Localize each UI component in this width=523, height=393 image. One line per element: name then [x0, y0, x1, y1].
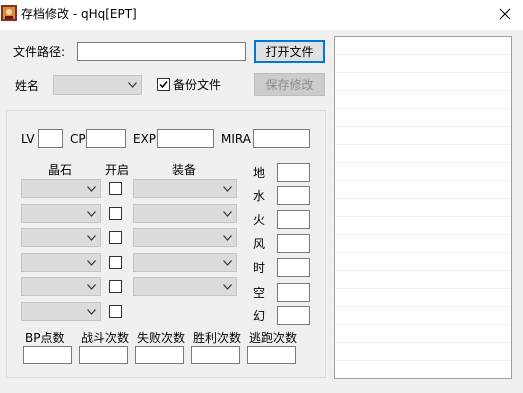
data-grid[interactable] [334, 36, 512, 379]
grid-line [335, 126, 511, 127]
name-label: 姓名 [15, 79, 40, 93]
chevron-down-icon [87, 185, 96, 192]
mira-input[interactable] [253, 129, 310, 148]
open-checkbox[interactable] [109, 231, 122, 244]
element-label: 地 [253, 166, 266, 180]
bottom-stat-input[interactable] [79, 346, 128, 364]
grid-line [335, 234, 511, 235]
crystal-select[interactable] [21, 204, 101, 223]
bottom-stat-input[interactable] [23, 346, 72, 364]
element-label: 火 [253, 213, 266, 227]
close-icon [499, 8, 510, 20]
file-path-input[interactable] [77, 42, 246, 61]
crystal-select[interactable] [21, 253, 101, 272]
equip-select[interactable] [133, 277, 237, 296]
save-changes-button[interactable]: 保存修改 [254, 73, 325, 96]
chevron-down-icon [87, 210, 96, 217]
lv-input[interactable] [38, 129, 63, 148]
grid-line [335, 306, 511, 307]
grid-line [335, 360, 511, 361]
element-input[interactable] [277, 306, 310, 325]
open-file-button[interactable]: 打开文件 [254, 40, 325, 63]
name-select[interactable] [53, 75, 142, 95]
checkmark-icon [159, 81, 168, 89]
chevron-down-icon [87, 283, 96, 290]
equip-select[interactable] [133, 228, 237, 247]
element-input[interactable] [277, 186, 310, 205]
open-checkbox[interactable] [109, 280, 122, 293]
cp-label: CP [70, 132, 86, 146]
title-bar: 存档修改 - qHq[EPT] [0, 0, 523, 30]
exp-input[interactable] [157, 129, 214, 148]
chevron-down-icon [223, 283, 232, 290]
element-label: 空 [253, 286, 266, 300]
grid-line [335, 252, 511, 253]
grid-line [335, 342, 511, 343]
bottom-stat-label: 胜利次数 [193, 331, 242, 345]
chevron-down-icon [87, 234, 96, 241]
chevron-down-icon [223, 234, 232, 241]
exp-label: EXP [133, 132, 157, 146]
lv-label: LV [21, 132, 35, 146]
grid-line [335, 378, 511, 379]
crystal-select[interactable] [21, 302, 101, 321]
chevron-down-icon [223, 185, 232, 192]
bottom-stat-label: BP点数 [25, 331, 65, 345]
chevron-down-icon [128, 82, 137, 88]
equip-header: 装备 [172, 163, 197, 177]
grid-line [335, 270, 511, 271]
grid-line [335, 216, 511, 217]
grid-line [335, 180, 511, 181]
element-input[interactable] [277, 283, 310, 302]
open-checkbox[interactable] [109, 182, 122, 195]
crystal-select[interactable] [21, 228, 101, 247]
bottom-stat-input[interactable] [191, 346, 240, 364]
open-checkbox[interactable] [109, 256, 122, 269]
equip-select[interactable] [133, 204, 237, 223]
grid-line [335, 108, 511, 109]
crystal-select[interactable] [21, 277, 101, 296]
grid-line [335, 144, 511, 145]
grid-line [335, 162, 511, 163]
file-path-label: 文件路径: [13, 45, 66, 59]
crystal-header: 晶石 [48, 163, 73, 177]
app-icon [1, 5, 17, 21]
chevron-down-icon [223, 259, 232, 266]
chevron-down-icon [87, 259, 96, 266]
grid-line [335, 90, 511, 91]
element-label: 时 [253, 261, 266, 275]
bottom-stat-label: 失败次数 [137, 331, 186, 345]
element-input[interactable] [277, 234, 310, 253]
equip-select[interactable] [133, 179, 237, 198]
bottom-stat-input[interactable] [247, 346, 296, 364]
mira-label: MIRA [221, 132, 251, 146]
open-header: 开启 [105, 163, 130, 177]
crystal-select[interactable] [21, 179, 101, 198]
client-area: 文件路径: 打开文件 姓名 备份文件 保存修改 LV CP EXP MIRA 晶… [0, 30, 523, 393]
element-input[interactable] [277, 210, 310, 229]
element-label: 幻 [253, 309, 266, 323]
backup-label: 备份文件 [173, 78, 222, 92]
element-input[interactable] [277, 258, 310, 277]
open-checkbox[interactable] [109, 207, 122, 220]
equip-select[interactable] [133, 253, 237, 272]
chevron-down-icon [223, 210, 232, 217]
grid-line [335, 54, 511, 55]
element-label: 风 [253, 237, 266, 251]
bottom-stat-label: 战斗次数 [81, 331, 130, 345]
grid-line [335, 198, 511, 199]
grid-line [335, 72, 511, 73]
backup-checkbox[interactable] [157, 78, 170, 91]
grid-line [335, 324, 511, 325]
chevron-down-icon [87, 308, 96, 315]
element-label: 水 [253, 189, 266, 203]
window-title: 存档修改 - qHq[EPT] [21, 7, 137, 21]
cp-input[interactable] [86, 129, 126, 148]
bottom-stat-input[interactable] [135, 346, 184, 364]
open-checkbox[interactable] [109, 305, 122, 318]
element-input[interactable] [277, 163, 310, 182]
grid-line [335, 288, 511, 289]
bottom-stat-label: 逃跑次数 [249, 331, 298, 345]
close-button[interactable] [486, 0, 523, 28]
